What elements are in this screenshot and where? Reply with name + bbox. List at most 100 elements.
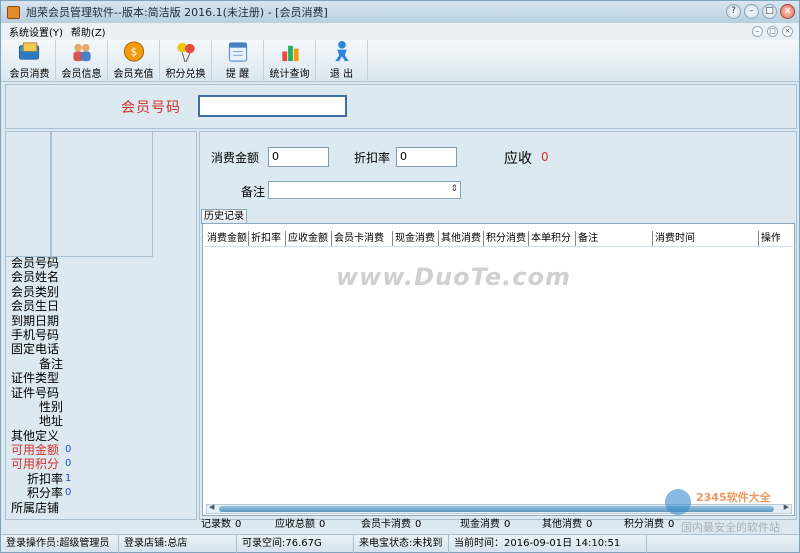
member-info-row: 备注 [11,357,191,371]
member-info-row: 可用金额 0 [11,443,191,457]
column-header[interactable]: 消费金额 [205,231,249,246]
column-header[interactable]: 备注 [576,231,653,246]
toolbar-points-exchange-button[interactable]: 积分兑换 [160,40,212,82]
summary-item: 现金消费 0 [460,518,542,532]
member-number-label: 会员号码 [121,100,181,116]
history-grid-header: 消费金额 折扣率 应收金额 会员卡消费 现金消费 其他消费 积分消费 本单积分 备注 消费时间 操作 [205,231,793,247]
member-info-label: 会员姓名 [11,270,60,285]
watermark-corner-sub: 国内最安全的软件站 [681,521,780,534]
mdi-close-icon[interactable]: × [782,26,793,37]
member-info-row: 会员类别 [11,285,191,299]
column-header[interactable]: 操作 [759,231,780,246]
member-info-row: 性别 [11,400,191,414]
discount-label: 折扣率 [354,151,391,165]
amount-input[interactable]: 0 [268,147,329,167]
members-icon [72,43,91,62]
toolbar-member-consume-button[interactable]: 会员消费 [4,40,56,82]
mdi-minimize-icon[interactable]: – [752,26,763,37]
summary-item: 记录数 0 [201,518,275,532]
column-header[interactable]: 应收金额 [286,231,332,246]
column-header[interactable]: 本单积分 [529,231,576,246]
receivable-label: 应收 [504,151,532,167]
horizontal-scrollbar[interactable]: ◀ ▶ [206,503,792,514]
member-info-row: 手机号码 [11,328,191,342]
member-info-label: 可用积分 [11,457,60,472]
app-window: 旭荣会员管理软件--版本:简洁版 2016.1(未注册) - [会员消费] ? … [0,0,800,553]
column-header[interactable]: 现金消费 [393,231,439,246]
note-combo[interactable]: ⇕ [268,181,461,199]
summary-item: 其他消费 0 [542,518,624,532]
toolbar-reminder-button[interactable]: 提 醒 [212,40,264,82]
maximize-icon[interactable]: □ [762,4,777,19]
exit-person-icon [334,40,349,62]
window-title: 旭荣会员管理软件--版本:简洁版 2016.1(未注册) - [会员消费] [26,6,328,19]
status-cell: 登录店铺:总店 [119,534,237,553]
toolbar-member-recharge-button[interactable]: $ 会员充值 [108,40,160,82]
member-info-label: 地址 [38,414,63,429]
watermark-logo-icon [665,489,691,515]
column-header[interactable]: 会员卡消费 [332,231,393,246]
column-header[interactable]: 折扣率 [249,231,286,246]
toolbar: 会员消费 会员信息 $ 会员充值 积分兑换 提 醒 统计查询 退 出 [1,40,799,82]
member-info-value: 0 [65,487,72,499]
scroll-right-icon[interactable]: ▶ [784,503,789,511]
member-info-label: 证件号码 [11,385,60,400]
member-info-label: 会员号码 [11,256,60,270]
watermark-corner: 2345软件大全 [696,491,771,504]
photo-area-left [5,131,51,257]
summary-label: 记录数 [201,519,231,530]
menu-system-settings[interactable]: 系统设置(Y) [9,24,63,39]
summary-label: 应收总额 [275,519,315,530]
member-info-label: 手机号码 [11,327,60,342]
member-info-label: 积分率 [26,486,63,501]
toolbar-label: 会员信息 [61,69,102,80]
toolbar-member-info-button[interactable]: 会员信息 [56,40,108,82]
toolbar-exit-button[interactable]: 退 出 [316,40,368,82]
member-info-row: 可用积分 0 [11,457,191,471]
summary-label: 会员卡消费 [361,519,411,530]
summary-value: 0 [415,519,422,530]
member-info-label: 会员生日 [11,299,60,314]
minimize-icon[interactable]: – [744,4,759,19]
member-info-label: 折扣率 [26,471,63,486]
member-info-label: 所属店铺 [11,500,60,515]
status-cell: 来电宝状态:未找到 [354,534,449,553]
summary-value: 0 [668,519,675,530]
column-header[interactable]: 消费时间 [653,231,759,246]
member-info-label: 会员类别 [11,284,60,299]
scroll-left-icon[interactable]: ◀ [209,503,214,511]
balloons-icon [176,42,195,63]
svg-text:$: $ [130,46,137,58]
toolbar-label: 会员充值 [113,69,154,80]
help-icon[interactable]: ? [726,4,741,19]
member-info-row: 其他定义 [11,429,191,443]
toolbar-label: 积分兑换 [165,69,206,80]
close-icon[interactable]: × [780,4,795,19]
member-info-row: 折扣率 1 [11,472,191,486]
toolbar-label: 会员消费 [9,69,50,80]
column-header[interactable]: 其他消费 [439,231,484,246]
member-info-row: 到期日期 [11,314,191,328]
member-info-row: 会员生日 [11,299,191,313]
status-cell: 当前时间：2016-09-01日 14:10:51 [449,534,647,553]
summary-value: 0 [235,519,242,530]
summary-label: 现金消费 [460,519,500,530]
discount-input[interactable]: 0 [396,147,457,167]
toolbar-label: 退 出 [329,69,354,80]
toolbar-statistics-button[interactable]: 统计查询 [264,40,316,82]
member-number-input[interactable] [198,95,347,117]
menu-help[interactable]: 帮助(Z) [71,24,106,39]
member-info-row: 证件号码 [11,386,191,400]
receivable-value: 0 [541,150,549,164]
summary-item: 应收总额 0 [275,518,361,532]
scrollbar-thumb[interactable] [219,506,774,512]
toolbar-label: 提 醒 [225,69,250,80]
member-info-value: 0 [65,444,72,456]
column-header[interactable]: 积分消费 [484,231,529,246]
mdi-restore-icon[interactable]: □ [767,26,778,37]
tab-history[interactable]: 历史记录 [201,209,247,224]
member-info-row: 会员姓名 [11,270,191,284]
summary-label: 积分消费 [624,519,664,530]
combo-arrow-icon[interactable]: ⇕ [450,184,458,194]
member-info-row: 地址 [11,414,191,428]
